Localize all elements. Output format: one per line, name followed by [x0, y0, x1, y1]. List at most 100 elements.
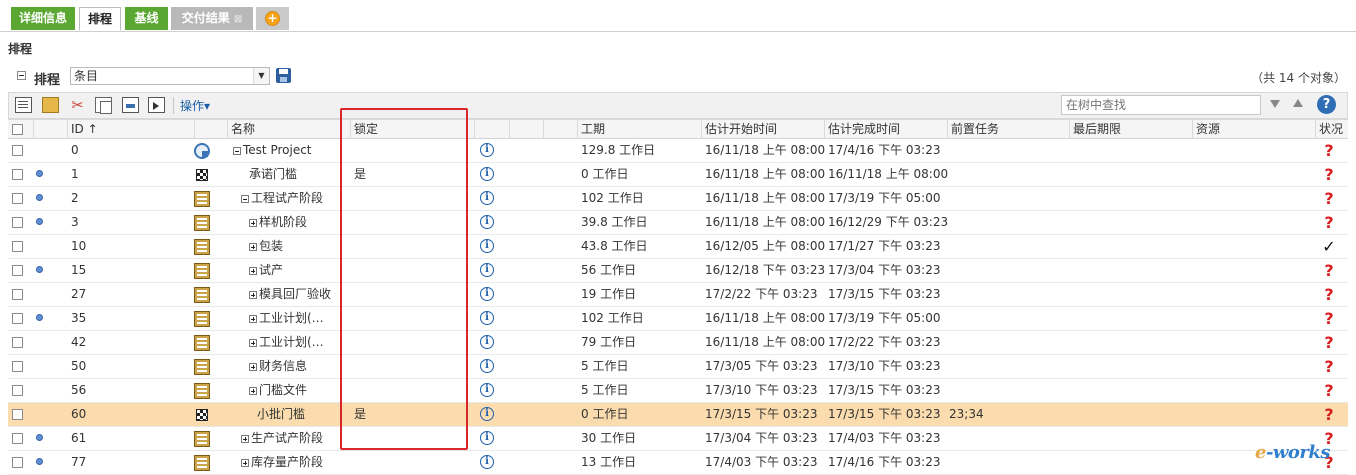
row-est-finish: 17/3/19 下午 05:00 — [828, 191, 941, 205]
summary-task-icon — [194, 359, 210, 375]
view-select[interactable]: 条目 ▼ — [70, 67, 270, 85]
row-name[interactable]: Test Project — [233, 139, 355, 162]
row-checkbox[interactable] — [12, 337, 23, 348]
col-duration[interactable]: 工期 — [577, 120, 701, 139]
row-checkbox[interactable] — [12, 193, 23, 204]
expand-icon[interactable] — [249, 315, 257, 323]
row-checkbox[interactable] — [12, 361, 23, 372]
row-indicator-icon — [36, 266, 43, 273]
table-row[interactable]: 3 样机阶段 i 39.8 工作日 16/11/18 上午 08:00 16/12/29 … — [8, 211, 1348, 235]
filter-down-icon[interactable] — [1270, 100, 1280, 108]
table-row[interactable]: 50 财务信息 i 5 工作日 17/3/05 下午 03:23 17/3/10 下午 0… — [8, 355, 1348, 379]
info-icon[interactable]: i — [480, 287, 494, 301]
info-icon[interactable]: i — [480, 431, 494, 445]
help-icon[interactable]: ? — [1317, 95, 1336, 114]
tree-search-input[interactable] — [1061, 95, 1261, 115]
row-id: 0 — [71, 143, 79, 157]
tab-details[interactable]: 详细信息 — [11, 7, 75, 30]
info-icon[interactable]: i — [480, 455, 494, 469]
collapse-icon[interactable] — [241, 195, 249, 203]
table-row[interactable]: 0 Test Project i 129.8 工作日 16/11/18 上午 08:00… — [8, 139, 1348, 163]
table-row[interactable]: 61 生产试产阶段 i 30 工作日 17/3/04 下午 03:23 17/4/03 下… — [8, 427, 1348, 451]
info-icon[interactable]: i — [480, 263, 494, 277]
expand-icon[interactable] — [249, 267, 257, 275]
col-info — [474, 120, 509, 139]
expand-icon[interactable] — [249, 339, 257, 347]
table-row[interactable]: 15 试产 i 56 工作日 16/12/18 下午 03:23 17/3/04 下午 0… — [8, 259, 1348, 283]
row-est-finish: 17/3/15 下午 03:23 — [828, 383, 941, 397]
tab-baseline[interactable]: 基线 — [125, 7, 168, 30]
table-row[interactable]: 2 工程试产阶段 i 102 工作日 16/11/18 上午 08:00 17/3/19 … — [8, 187, 1348, 211]
table-row[interactable]: 60 小批门槛是 i 0 工作日 17/3/15 下午 03:23 17/3/15 下午 … — [8, 403, 1348, 427]
info-icon[interactable]: i — [480, 407, 494, 421]
row-checkbox[interactable] — [12, 289, 23, 300]
expand-icon[interactable] — [249, 387, 257, 395]
paste-icon[interactable] — [122, 97, 139, 113]
info-icon[interactable]: i — [480, 383, 494, 397]
row-duration: 43.8 工作日 — [581, 239, 648, 253]
actions-menu[interactable]: 操作▾ — [180, 97, 210, 114]
col-deadline[interactable]: 最后期限 — [1069, 120, 1192, 139]
new-task-icon[interactable] — [15, 97, 32, 113]
row-id: 50 — [71, 359, 87, 373]
filter-up-icon[interactable] — [1293, 99, 1303, 107]
indent-icon[interactable] — [148, 97, 165, 113]
info-icon[interactable]: i — [480, 311, 494, 325]
select-all-checkbox[interactable] — [12, 124, 23, 135]
row-checkbox[interactable] — [12, 433, 23, 444]
row-checkbox[interactable] — [12, 265, 23, 276]
row-name[interactable]: 生产试产阶段 — [241, 427, 355, 450]
row-checkbox[interactable] — [12, 145, 23, 156]
tab-deliverables[interactable]: 交付结果 ⊠ — [171, 7, 253, 30]
cut-icon[interactable]: ✂ — [69, 97, 86, 113]
table-row[interactable]: 77 库存量产阶段 i 13 工作日 17/4/03 下午 03:23 17/4/16 下… — [8, 451, 1348, 475]
expand-icon[interactable] — [249, 219, 257, 227]
table-row[interactable]: 10 包装 i 43.8 工作日 16/12/05 上午 08:00 17/1/27 下午… — [8, 235, 1348, 259]
tab-close-icon[interactable]: ⊠ — [234, 14, 242, 25]
row-name[interactable]: 工程试产阶段 — [241, 187, 355, 210]
col-name[interactable]: 名称 — [227, 120, 350, 139]
info-icon[interactable]: i — [480, 239, 494, 253]
col-est-finish[interactable]: 估计完成时间 — [824, 120, 947, 139]
collapse-icon[interactable] — [17, 71, 26, 80]
row-checkbox[interactable] — [12, 409, 23, 420]
info-icon[interactable]: i — [480, 359, 494, 373]
copy-icon[interactable] — [95, 97, 112, 114]
info-icon[interactable]: i — [480, 167, 494, 181]
table-row[interactable]: 42 工业计划(… i 79 工作日 16/11/18 上午 08:00 17/2/22 … — [8, 331, 1348, 355]
row-checkbox[interactable] — [12, 217, 23, 228]
row-duration: 0 工作日 — [581, 167, 629, 181]
info-icon[interactable]: i — [480, 215, 494, 229]
info-icon[interactable]: i — [480, 191, 494, 205]
project-icon — [194, 143, 210, 159]
row-checkbox[interactable] — [12, 457, 23, 468]
collapse-icon[interactable] — [233, 147, 241, 155]
info-icon[interactable]: i — [480, 335, 494, 349]
col-predecessors[interactable]: 前置任务 — [947, 120, 1069, 139]
table-row[interactable]: 35 工业计划(… i 102 工作日 16/11/18 上午 08:00 17/3/19… — [8, 307, 1348, 331]
expand-icon[interactable] — [249, 243, 257, 251]
expand-icon[interactable] — [249, 291, 257, 299]
col-est-start[interactable]: 估计开始时间 — [701, 120, 824, 139]
row-checkbox[interactable] — [12, 385, 23, 396]
save-icon[interactable] — [276, 68, 291, 83]
row-name-text: 生产试产阶段 — [251, 431, 324, 445]
expand-icon[interactable] — [241, 435, 249, 443]
expand-icon[interactable] — [241, 459, 249, 467]
tab-schedule[interactable]: 排程 — [79, 7, 121, 31]
col-id[interactable]: ID ↑ — [67, 120, 194, 139]
col-status[interactable]: 状况 — [1315, 120, 1348, 139]
row-checkbox[interactable] — [12, 169, 23, 180]
col-resources[interactable]: 资源 — [1192, 120, 1315, 139]
row-duration: 30 工作日 — [581, 431, 637, 445]
table-row[interactable]: 56 门槛文件 i 5 工作日 17/3/10 下午 03:23 17/3/15 下午 0… — [8, 379, 1348, 403]
info-icon[interactable]: i — [480, 143, 494, 157]
expand-icon[interactable] — [249, 363, 257, 371]
insert-task-icon[interactable] — [42, 97, 59, 113]
row-checkbox[interactable] — [12, 241, 23, 252]
table-row[interactable]: 1 承诺门槛是 i 0 工作日 16/11/18 上午 08:00 16/11/18 上午… — [8, 163, 1348, 187]
add-tab-button[interactable]: + — [256, 7, 289, 30]
row-name[interactable]: 库存量产阶段 — [241, 451, 355, 474]
row-checkbox[interactable] — [12, 313, 23, 324]
table-row[interactable]: 27 模具回厂验收 i 19 工作日 17/2/22 下午 03:23 17/3/15 下… — [8, 283, 1348, 307]
